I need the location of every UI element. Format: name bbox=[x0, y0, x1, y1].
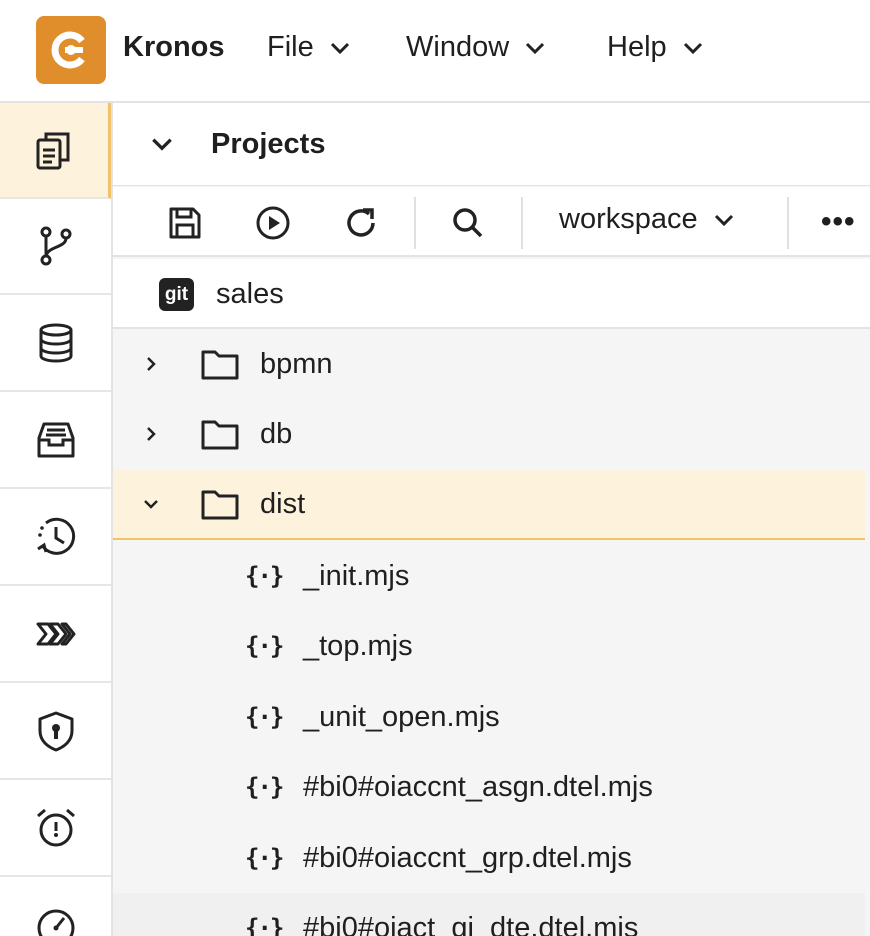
activity-performance[interactable] bbox=[0, 878, 111, 936]
folder-icon bbox=[201, 420, 239, 450]
tree-item-label: _unit_open.mjs bbox=[303, 700, 500, 733]
tree-item-file[interactable]: {·} #bi0#oiaccnt_asgn.dtel.mjs bbox=[113, 752, 865, 822]
tree-item-dist[interactable]: dist bbox=[113, 470, 865, 540]
panel-header[interactable]: Projects bbox=[113, 103, 870, 186]
javascript-file-icon: {·} bbox=[245, 844, 284, 872]
gauge-icon bbox=[37, 909, 74, 936]
menu-window-label: Window bbox=[406, 31, 510, 63]
chevron-right-icon[interactable] bbox=[141, 354, 161, 374]
chevron-down-icon bbox=[526, 42, 545, 54]
save-button[interactable] bbox=[166, 204, 204, 242]
pipeline-icon bbox=[36, 622, 75, 646]
tree-item-db[interactable]: db bbox=[113, 399, 865, 469]
search-icon bbox=[453, 208, 483, 238]
database-icon bbox=[39, 323, 72, 363]
menu-help-label: Help bbox=[607, 31, 667, 63]
inbox-icon bbox=[37, 422, 74, 458]
tree-item-label: #bi0#oiaccnt_grp.dtel.mjs bbox=[303, 841, 632, 874]
tree-item-label: _init.mjs bbox=[303, 559, 410, 592]
workspace-label: workspace bbox=[559, 203, 698, 235]
activity-bar bbox=[0, 103, 113, 936]
tree-item-file[interactable]: {·} #bi0#oiact_gi_dte.dtel.mjs bbox=[113, 893, 865, 936]
security-icon bbox=[38, 711, 73, 752]
refresh-button[interactable] bbox=[342, 204, 380, 242]
menu-file[interactable]: File bbox=[267, 31, 352, 64]
chevron-down-icon bbox=[683, 42, 702, 54]
activity-pipeline[interactable] bbox=[0, 587, 111, 683]
tree-item-label: db bbox=[260, 417, 293, 450]
tree-item-file[interactable]: {·} _top.mjs bbox=[113, 611, 865, 681]
more-actions-button[interactable]: ••• bbox=[821, 205, 856, 239]
chevron-down-icon bbox=[714, 214, 733, 226]
menu-window[interactable]: Window bbox=[406, 31, 547, 64]
activity-inbox[interactable] bbox=[0, 393, 111, 489]
javascript-file-icon: {·} bbox=[245, 703, 284, 731]
app-title: Kronos bbox=[123, 31, 225, 63]
activity-security[interactable] bbox=[0, 684, 111, 780]
activity-git[interactable] bbox=[0, 199, 111, 295]
play-icon bbox=[256, 206, 290, 240]
tree-item-label: #bi0#oiact_gi_dte.dtel.mjs bbox=[303, 911, 639, 936]
history-icon bbox=[36, 517, 75, 555]
toolbar-separator bbox=[521, 197, 523, 249]
tree-item-label: _top.mjs bbox=[303, 629, 413, 662]
projects-icon bbox=[36, 132, 70, 170]
run-button[interactable] bbox=[254, 204, 292, 242]
activity-alarm[interactable] bbox=[0, 781, 111, 877]
activity-history[interactable] bbox=[0, 490, 111, 586]
javascript-file-icon: {·} bbox=[245, 562, 284, 590]
repository-name: sales bbox=[216, 278, 284, 310]
tree-item-bpmn[interactable]: bpmn bbox=[113, 329, 865, 399]
javascript-file-icon: {·} bbox=[245, 914, 284, 936]
tree-item-file[interactable]: {·} _unit_open.mjs bbox=[113, 682, 865, 752]
chevron-right-icon[interactable] bbox=[141, 424, 161, 444]
folder-icon bbox=[201, 350, 239, 380]
folder-icon bbox=[201, 490, 239, 520]
javascript-file-icon: {·} bbox=[245, 632, 284, 660]
git-branch-icon bbox=[40, 226, 71, 266]
tree-item-label: dist bbox=[260, 487, 306, 520]
chevron-down-icon[interactable] bbox=[149, 131, 175, 157]
projects-toolbar: workspace ••• bbox=[113, 187, 870, 257]
kronos-logo-icon[interactable] bbox=[36, 16, 106, 84]
search-button[interactable] bbox=[449, 204, 487, 242]
tree-item-file[interactable]: {·} _init.mjs bbox=[113, 541, 865, 611]
repository-row[interactable]: git sales bbox=[113, 259, 870, 329]
panel-title: Projects bbox=[211, 128, 326, 160]
projects-panel: Projects workspace ••• git sales bpmn db… bbox=[113, 103, 870, 936]
toolbar-separator bbox=[414, 197, 416, 249]
toolbar-separator bbox=[787, 197, 789, 249]
menu-help[interactable]: Help bbox=[607, 31, 705, 64]
top-bar: Kronos File Window Help bbox=[0, 0, 870, 103]
chevron-down-icon bbox=[330, 42, 349, 54]
chevron-down-icon[interactable] bbox=[141, 494, 161, 514]
tree-item-file[interactable]: {·} #bi0#oiaccnt_grp.dtel.mjs bbox=[113, 823, 865, 893]
tree-item-label: bpmn bbox=[260, 347, 333, 380]
activity-database[interactable] bbox=[0, 296, 111, 392]
javascript-file-icon: {·} bbox=[245, 773, 284, 801]
git-badge-icon: git bbox=[159, 278, 194, 311]
save-icon bbox=[169, 207, 201, 239]
alarm-icon bbox=[36, 808, 75, 847]
workspace-select[interactable]: workspace bbox=[559, 203, 736, 236]
menu-file-label: File bbox=[267, 31, 314, 63]
activity-projects[interactable] bbox=[0, 103, 111, 199]
tree-item-label: #bi0#oiaccnt_asgn.dtel.mjs bbox=[303, 770, 653, 803]
refresh-icon bbox=[347, 208, 375, 237]
